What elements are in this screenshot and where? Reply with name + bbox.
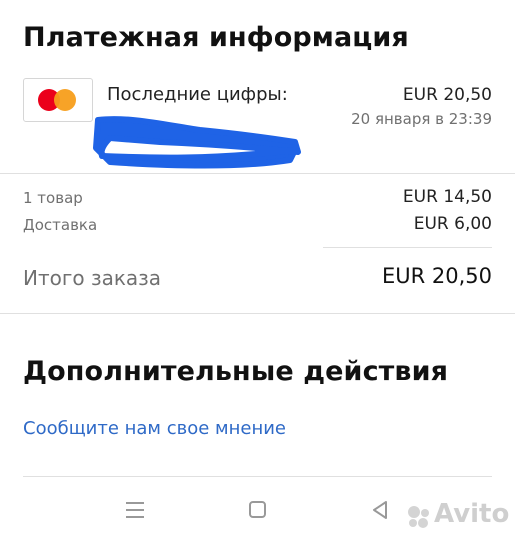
- card-logo: [23, 78, 93, 122]
- delivery-label: Доставка: [23, 216, 98, 234]
- delivery-value: EUR 6,00: [413, 214, 492, 234]
- section-divider: [23, 476, 492, 477]
- home-square-icon[interactable]: [246, 498, 270, 522]
- section-divider: [0, 313, 515, 314]
- order-total-value: EUR 20,50: [381, 264, 492, 288]
- payment-info-title: Платежная информация: [23, 22, 409, 53]
- items-count-label: 1 товар: [23, 189, 83, 207]
- payment-amount: EUR 20,50: [402, 85, 492, 105]
- menu-icon[interactable]: [124, 500, 146, 520]
- watermark-text: Avito: [434, 499, 510, 529]
- payment-date: 20 января в 23:39: [351, 110, 492, 128]
- last-digits-label: Последние цифры:: [107, 84, 288, 105]
- redaction-scribble: [93, 116, 301, 169]
- avito-dots-icon: [408, 506, 429, 528]
- section-divider: [0, 173, 515, 174]
- additional-actions-title: Дополнительные действия: [23, 356, 449, 387]
- items-value: EUR 14,50: [402, 187, 492, 207]
- order-total-label: Итого заказа: [23, 266, 162, 290]
- feedback-link[interactable]: Сообщите нам свое мнение: [23, 418, 286, 439]
- back-triangle-icon[interactable]: [368, 498, 392, 522]
- avito-watermark: Avito: [404, 499, 509, 531]
- subtotal-divider: [323, 247, 492, 248]
